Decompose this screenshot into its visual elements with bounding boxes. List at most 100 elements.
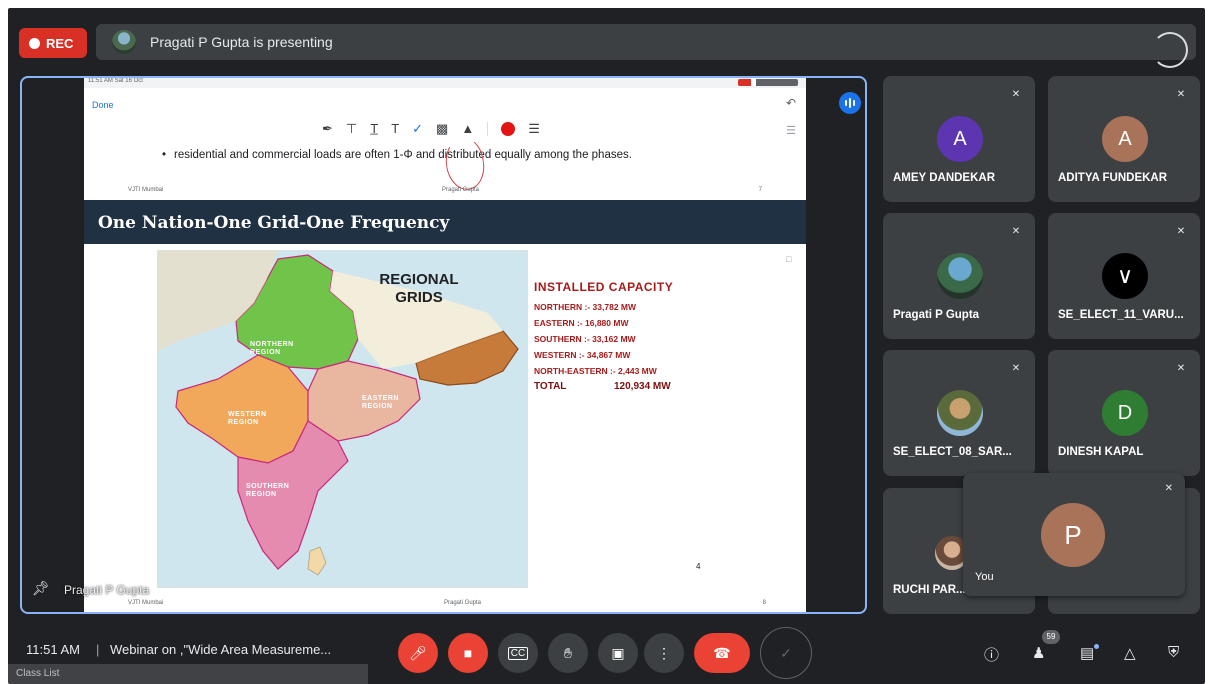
avatar: ∨ — [1102, 253, 1148, 299]
panel-toggle-icon: □ — [786, 254, 792, 264]
meeting-separator: | — [96, 642, 100, 657]
annotation-toolbar: ✒ ⊤ T̲ T ✓ ▩ ▲ ☰ — [322, 122, 540, 136]
mic-off-icon: ✕ — [1176, 89, 1186, 100]
check-icon: ✓ — [780, 644, 792, 661]
more-vert-icon: ⋮ — [657, 644, 671, 661]
chat-icon[interactable]: ▤ — [1080, 644, 1094, 662]
leave-call-button[interactable]: ☎︎ — [694, 633, 750, 673]
captions-icon: CC — [507, 646, 529, 660]
slide-title: One Nation-One Grid-One Frequency — [98, 213, 450, 233]
slide-bullet-text: residential and commercial loads are oft… — [162, 149, 632, 161]
camera-toggle-button[interactable]: ■ — [448, 633, 488, 673]
presentation-stage[interactable]: 11:51 AM Sat 16 Oct Done ↶ ✒ ⊤ T̲ T ✓ ▩ … — [20, 76, 867, 614]
red-color-swatch-icon — [501, 122, 516, 136]
people-icon[interactable]: ♟ — [1032, 644, 1045, 662]
class-list-label: Class List — [16, 668, 60, 679]
microphone-toggle-button[interactable]: 🎤︎ — [398, 633, 438, 673]
present-icon: ▣ — [611, 644, 625, 661]
capacity-total-label: TOTAL — [534, 381, 567, 392]
participant-tile[interactable]: ✕ A ADITYA FUNDEKAR — [1048, 76, 1200, 202]
eraser-icon: ▲ — [461, 121, 475, 136]
self-avatar: P — [1041, 503, 1105, 567]
capacity-row: NORTH-EASTERN :- 2,443 MW — [534, 366, 657, 376]
loading-spinner-icon — [1152, 32, 1188, 68]
map-title-line2: GRIDS — [395, 289, 443, 306]
slide-page-number: 4 — [696, 562, 701, 571]
footer-left: VJTI Mumbai — [128, 600, 164, 606]
present-screen-button[interactable]: ▣ — [598, 633, 638, 673]
capacity-heading: INSTALLED CAPACITY — [534, 280, 674, 294]
northern-region-label: NORTHERN REGION — [250, 341, 294, 356]
capacity-total: TOTAL 120,934 MW — [534, 381, 734, 392]
participant-tile[interactable]: ✕ D DINESH KAPAL — [1048, 350, 1200, 476]
more-options-button[interactable]: ⋮ — [644, 633, 684, 673]
tablet-status-icons — [738, 79, 798, 86]
recording-badge[interactable]: REC — [19, 28, 87, 58]
slide-footer: VJTI Mumbai Pragati Gupta 8 — [84, 598, 806, 610]
shared-slide: 11:51 AM Sat 16 Oct Done ↶ ✒ ⊤ T̲ T ✓ ▩ … — [84, 78, 806, 612]
capacity-total-value: 120,934 MW — [614, 381, 671, 392]
mic-off-icon: 🎤︎ — [409, 644, 427, 661]
map-title-line1: REGIONAL — [379, 271, 459, 288]
meeting-title[interactable]: Webinar on ,"Wide Area Measureme... — [110, 642, 331, 657]
participant-tile[interactable]: ✕ A AMEY DANDEKAR — [883, 76, 1035, 202]
participant-name: DINESH KAPAL — [1058, 446, 1144, 458]
text-icon: T — [391, 121, 400, 136]
participant-name: ADITYA FUNDEKAR — [1058, 172, 1168, 184]
mic-off-icon: ✕ — [1176, 363, 1186, 374]
prev-footer-right: 7 — [758, 187, 762, 193]
participant-name: SE_ELECT_11_VARU... — [1058, 309, 1184, 321]
capacity-row: WESTERN :- 34,867 MW — [534, 350, 631, 360]
capacity-row: SOUTHERN :- 33,162 MW — [534, 334, 636, 344]
footer-right: 8 — [762, 600, 766, 606]
india-grid-map: REGIONAL GRIDS NORTHERN REGION WESTERN R… — [157, 250, 528, 588]
pen-tool-icon: ✒ — [322, 121, 333, 136]
participant-tile[interactable]: ✕ SE_ELECT_08_SAR... — [883, 350, 1035, 476]
mic-off-icon: ✕ — [1176, 226, 1186, 237]
captions-button[interactable]: CC — [498, 633, 538, 673]
stage-presenter-name: Pragati P Gupta — [64, 583, 150, 597]
capacity-row: EASTERN :- 16,880 MW — [534, 318, 629, 328]
installed-capacity-box: INSTALLED CAPACITY NORTHERN :- 33,782 MW… — [534, 280, 734, 392]
people-count-badge: 59 — [1042, 630, 1060, 644]
pencil-active-icon: ✓ — [412, 121, 424, 136]
prev-footer-left: VJTI Mumbai — [128, 187, 164, 193]
raise-hand-button[interactable]: ✋︎ — [548, 633, 588, 673]
hang-up-icon: ☎︎ — [713, 644, 731, 661]
participant-tile[interactable]: ✕ ∨ SE_ELECT_11_VARU... — [1048, 213, 1200, 339]
avatar: A — [1102, 116, 1148, 162]
participant-name: Pragati P Gupta — [893, 309, 980, 321]
presenting-text: Pragati P Gupta is presenting — [150, 34, 333, 50]
participant-name: SE_ELECT_08_SAR... — [893, 446, 1012, 458]
class-list-overlay[interactable]: Class List — [8, 664, 368, 684]
meeting-info-icon[interactable]: ⓘ — [984, 644, 999, 665]
prev-footer-center: Pragati Gupta — [442, 187, 480, 193]
footer-center: Pragati Gupta — [444, 600, 482, 606]
text-underline-icon: T̲ — [370, 121, 379, 136]
comment-icon: ▩ — [436, 121, 449, 136]
sri-lanka-shape — [307, 546, 327, 576]
text-strike-icon: ⊤ — [345, 121, 358, 136]
participant-tile[interactable]: ✕ Pragati P Gupta — [883, 213, 1035, 339]
meet-window: REC Pragati P Gupta is presenting 11:51 … — [8, 8, 1205, 684]
presenting-banner: Pragati P Gupta is presenting — [96, 24, 1196, 60]
host-controls-icon[interactable]: ⛨ — [1168, 644, 1179, 661]
southern-region-label: SOUTHERN REGION — [246, 483, 290, 498]
activities-icon[interactable]: △ — [1124, 644, 1136, 662]
self-view-tile[interactable]: ✕ P You — [963, 473, 1185, 596]
chat-notification-dot — [1094, 644, 1099, 649]
avatar: D — [1102, 390, 1148, 436]
self-name: You — [975, 571, 994, 583]
previous-slide-footer: VJTI Mumbai Pragati Gupta 7 — [84, 186, 806, 198]
presenter-avatar — [112, 30, 136, 54]
ink-annotation-circle — [441, 135, 489, 193]
toolbar-divider — [487, 122, 489, 136]
avatar — [937, 253, 983, 299]
mic-off-icon: ✕ — [1164, 483, 1173, 494]
pin-icon[interactable]: 📌︎ — [32, 580, 50, 597]
extension-check-button[interactable]: ✓ — [760, 627, 812, 679]
avatar — [937, 390, 983, 436]
western-region-label: WESTERN REGION — [228, 411, 267, 426]
tablet-status-time: 11:51 AM Sat 16 Oct — [88, 78, 143, 84]
slide-title-band: One Nation-One Grid-One Frequency — [84, 200, 806, 244]
